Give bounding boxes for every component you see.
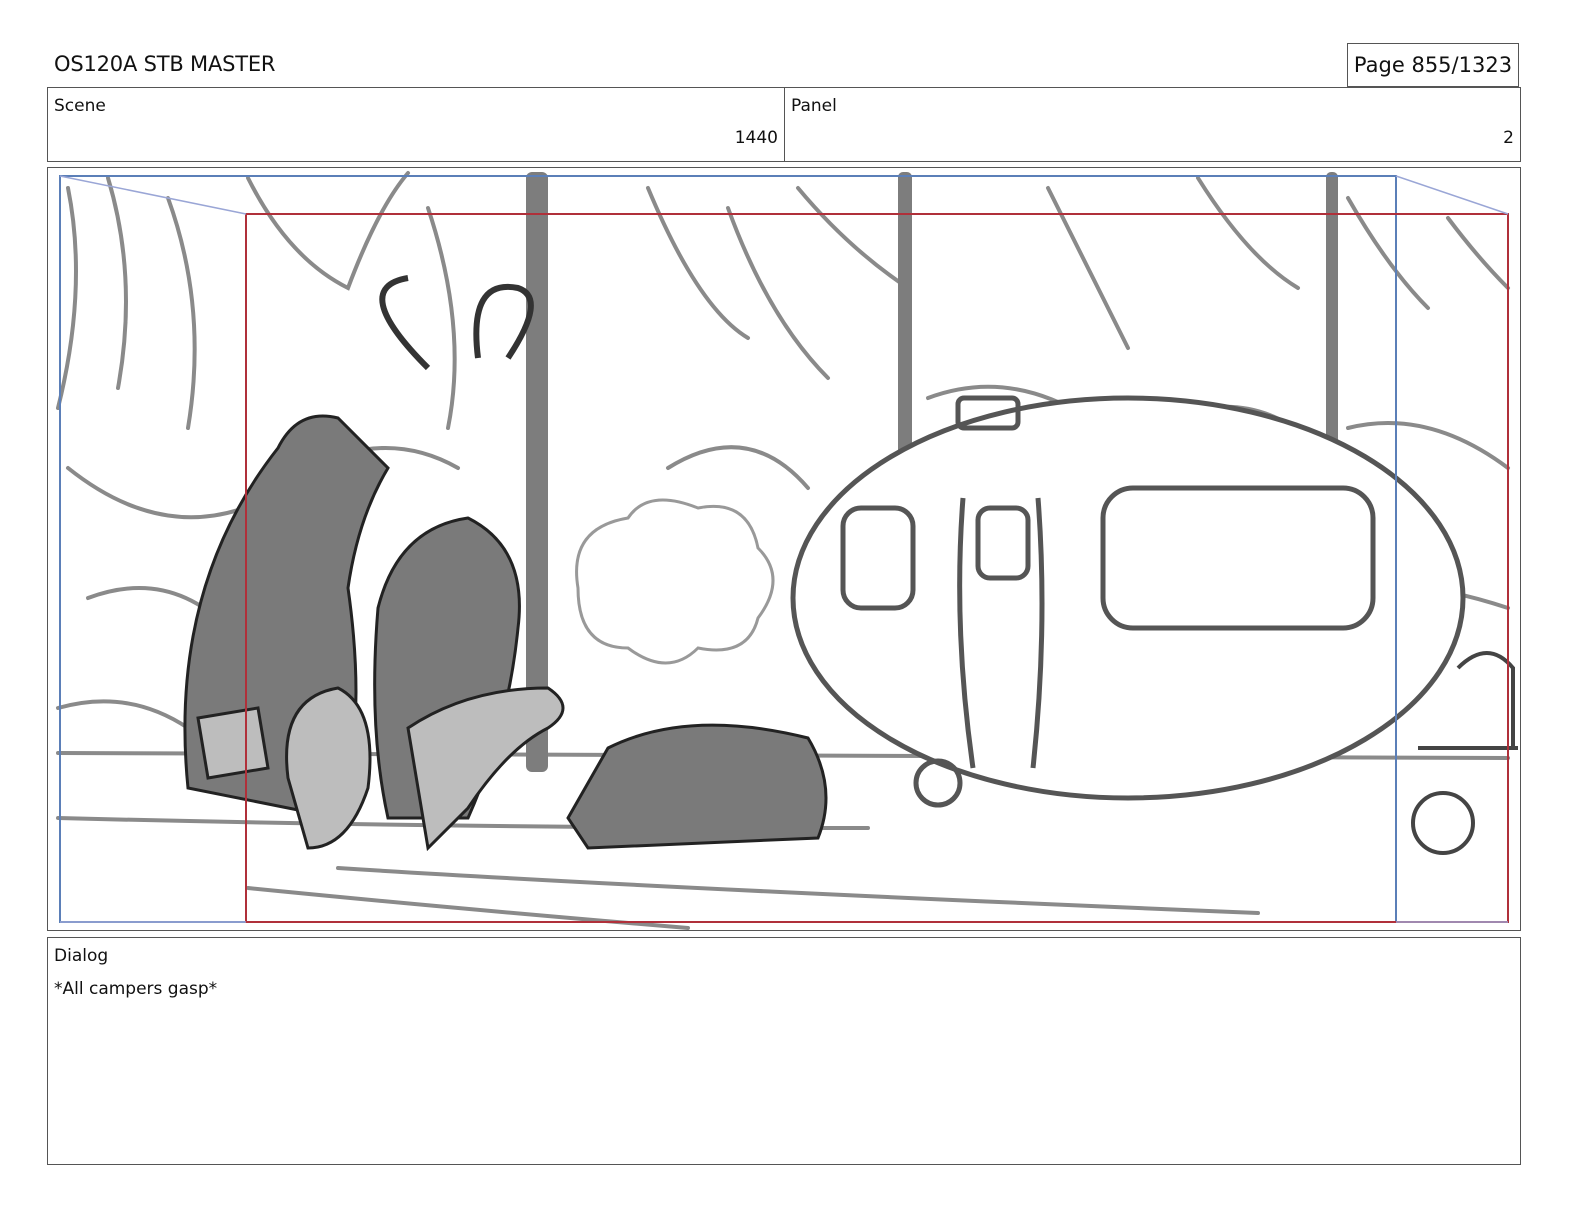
page-number-box: Page 855/1323 (1347, 43, 1519, 87)
scene-box: Scene 1440 (47, 87, 785, 162)
page-number: 855/1323 (1411, 53, 1513, 77)
panel-label: Panel (791, 96, 837, 116)
storyboard-sketch (56, 171, 1518, 930)
dialog-label: Dialog (54, 946, 109, 966)
panel-box: Panel 2 (784, 87, 1521, 162)
page-label: Page (1353, 53, 1405, 77)
scene-label: Scene (54, 96, 106, 116)
scene-number: 1440 (734, 128, 778, 148)
storyboard-frame (47, 167, 1521, 931)
dialog-box: Dialog *All campers gasp* (47, 937, 1521, 1165)
dialog-text: *All campers gasp* (54, 979, 218, 999)
document-title: OS120A STB MASTER (54, 52, 276, 76)
panel-number: 2 (1503, 128, 1514, 148)
